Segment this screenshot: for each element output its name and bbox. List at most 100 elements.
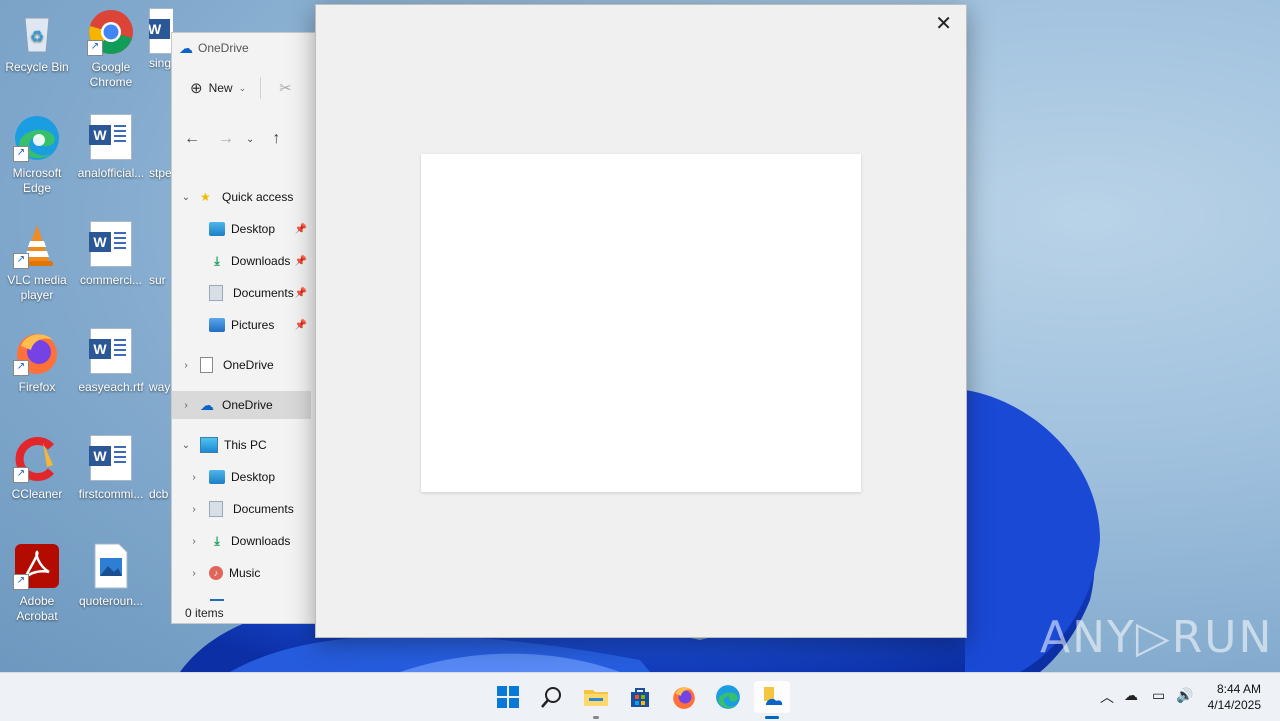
dialog-content-panel — [421, 154, 861, 492]
back-arrow-icon[interactable]: ← — [184, 130, 200, 148]
chevron-down-icon: ⌄ — [238, 82, 247, 93]
active-indicator — [765, 716, 779, 719]
tree-item-pc-desktop[interactable]: › Desktop — [172, 463, 311, 491]
tree-item-onedrive[interactable]: › ☁ OneDrive — [172, 391, 311, 419]
chevron-right-icon[interactable]: › — [188, 568, 200, 579]
edge-icon: ↗ — [13, 114, 61, 162]
show-hidden-icons-chevron-icon[interactable]: ︿ — [1100, 687, 1114, 707]
tree-item-quick-access[interactable]: ⌄ ★ Quick access — [172, 183, 311, 211]
desktop-icon-label: stpe — [149, 166, 172, 180]
tree-item-pc-music[interactable]: › ♪ Music — [172, 559, 311, 587]
desktop-icon-label: Google Chrome — [89, 60, 133, 89]
desktop-icon-vlc[interactable]: ↗ VLC media player — [1, 221, 73, 303]
edge-button[interactable] — [712, 681, 744, 713]
cut-icon[interactable]: ✂ — [279, 79, 292, 97]
desktop-folder-icon — [209, 222, 225, 236]
desktop-icon-acrobat[interactable]: ↗ Adobe Acrobat — [1, 542, 73, 624]
desktop-icon-sing[interactable]: W sing — [149, 8, 173, 71]
chevron-right-icon[interactable]: › — [188, 504, 200, 515]
pin-icon: 📌 — [294, 287, 307, 299]
desktop-icon-firstcommi[interactable]: W firstcommi... — [75, 435, 147, 502]
desktop-icon-commerci[interactable]: W commerci... — [75, 221, 147, 288]
word-doc-icon: W — [87, 435, 135, 483]
onedrive-offline-icon[interactable]: ☁ — [1124, 687, 1138, 704]
documents-icon — [209, 285, 223, 301]
desktop-icon-label: quoteroun... — [78, 594, 144, 608]
chevron-right-icon[interactable]: › — [180, 360, 192, 371]
tree-item-desktop-pinned[interactable]: Desktop 📌 — [172, 215, 311, 243]
recent-locations-chevron-icon[interactable]: ⌄ — [246, 134, 254, 145]
tree-item-this-pc[interactable]: ⌄ This PC — [172, 431, 311, 459]
pin-icon: 📌 — [294, 255, 307, 267]
desktop-icon-chrome[interactable]: ↗ Google Chrome — [75, 8, 147, 90]
file-explorer-window[interactable]: ☁ OneDrive ⊕ New ⌄ ✂ ← → ⌄ ↑ ⌄ ★ Quick a… — [171, 32, 317, 624]
running-indicator — [593, 716, 599, 719]
network-icon[interactable]: ▭ — [1152, 687, 1165, 704]
clock-time: 8:44 AM — [1216, 682, 1261, 696]
store-button[interactable] — [624, 681, 656, 713]
desktop-icon-label: sur — [149, 273, 166, 287]
chevron-right-icon[interactable]: › — [188, 472, 200, 483]
desktop-icon-sur[interactable]: sur — [149, 273, 173, 288]
shortcut-arrow-icon: ↗ — [87, 40, 103, 56]
search-button[interactable] — [536, 681, 568, 713]
onedrive-setup-button[interactable] — [754, 681, 790, 719]
chevron-down-icon[interactable]: ⌄ — [180, 440, 192, 451]
desktop-icon-ccleaner[interactable]: ↗ CCleaner — [1, 435, 73, 502]
desktop-icon-dcb[interactable]: dcb — [149, 487, 173, 502]
tree-item-label: Desktop — [231, 470, 276, 484]
desktop-icon-easyeach[interactable]: W easyeach.rtf — [75, 328, 147, 395]
start-button[interactable] — [492, 681, 524, 713]
desktop-icon-label: way — [149, 380, 171, 394]
tree-item-label: Quick access — [222, 190, 294, 204]
desktop-icon-firefox[interactable]: ↗ Firefox — [1, 328, 73, 395]
word-doc-icon: W — [87, 114, 135, 162]
desktop-icon-stpe[interactable]: stpe — [149, 166, 173, 181]
chevron-down-icon[interactable]: ⌄ — [180, 192, 192, 203]
shortcut-arrow-icon: ↗ — [13, 146, 29, 162]
pin-icon: 📌 — [294, 223, 307, 235]
tree-item-onedrive-personal[interactable]: › OneDrive — [172, 351, 311, 379]
desktop-icon-analofficial[interactable]: W analofficial... — [75, 114, 147, 181]
ccleaner-icon: ↗ — [13, 435, 61, 483]
status-item-count: 0 items — [185, 606, 224, 620]
edge-icon — [716, 685, 740, 709]
tree-item-pc-downloads[interactable]: › ⤓ Downloads — [172, 527, 311, 555]
desktop-icon-recycle-bin[interactable]: ♻ Recycle Bin — [1, 8, 73, 75]
chevron-right-icon[interactable]: › — [180, 400, 192, 411]
chevron-right-icon[interactable]: › — [188, 536, 200, 547]
forward-arrow-icon[interactable]: → — [218, 130, 234, 148]
firefox-button[interactable] — [668, 681, 700, 713]
tree-item-label: OneDrive — [223, 358, 274, 372]
desktop-icon-label: VLC media player — [7, 273, 67, 302]
explorer-title: OneDrive — [198, 41, 249, 55]
onedrive-cloud-icon: ☁ — [200, 397, 214, 413]
image-file-icon — [87, 542, 135, 590]
explorer-titlebar[interactable]: ☁ OneDrive — [172, 33, 316, 63]
desktop-icon-way[interactable]: way — [149, 380, 173, 395]
tree-item-label: This PC — [224, 438, 267, 452]
onedrive-setup-icon — [764, 687, 783, 705]
desktop-icon-edge[interactable]: ↗ Microsoft Edge — [1, 114, 73, 196]
new-button[interactable]: ⊕ New ⌄ — [190, 79, 246, 97]
volume-icon[interactable]: 🔊 — [1176, 687, 1193, 704]
up-arrow-icon[interactable]: ↑ — [272, 130, 280, 148]
tree-item-documents-pinned[interactable]: Documents 📌 — [172, 279, 311, 307]
explorer-toolbar: ⊕ New ⌄ ✂ — [172, 63, 316, 113]
file-explorer-button[interactable] — [580, 681, 612, 719]
store-icon — [631, 688, 649, 707]
recycle-bin-icon: ♻ — [13, 8, 61, 56]
tree-item-downloads-pinned[interactable]: ⤓ Downloads 📌 — [172, 247, 311, 275]
download-arrow-icon: ⤓ — [214, 534, 220, 548]
file-icon — [200, 357, 213, 373]
desktop-folder-icon — [209, 470, 225, 484]
close-icon[interactable]: ✕ — [935, 11, 952, 36]
desktop-icon-label: sing — [149, 56, 172, 70]
tree-item-label: Documents — [233, 286, 294, 300]
word-doc-icon: W — [87, 221, 135, 269]
tree-item-pictures-pinned[interactable]: Pictures 📌 — [172, 311, 311, 339]
clock[interactable]: 8:44 AM 4/14/2025 — [1208, 681, 1261, 713]
desktop-icon-quoteroun[interactable]: quoteroun... — [75, 542, 147, 609]
tree-item-pc-documents[interactable]: › Documents — [172, 495, 311, 523]
blank-dialog-window[interactable]: ✕ — [315, 4, 967, 638]
